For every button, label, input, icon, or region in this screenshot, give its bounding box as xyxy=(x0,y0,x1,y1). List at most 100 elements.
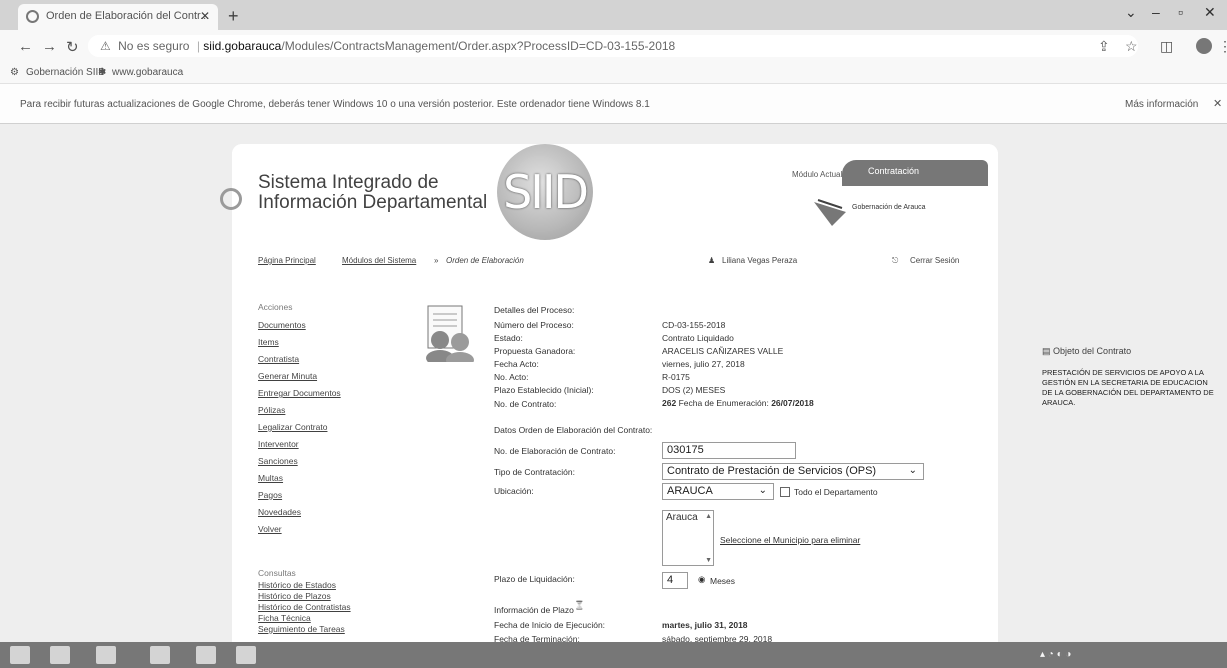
objeto-title-text: Objeto del Contrato xyxy=(1053,346,1132,356)
app-icon[interactable] xyxy=(196,646,216,664)
ubicacion-value: ARAUCA xyxy=(667,485,713,497)
detail-value: DOS (2) MESES xyxy=(662,385,726,395)
no-elaboracion-label: No. de Elaboración de Contrato: xyxy=(494,446,616,456)
todo-departamento-checkbox[interactable] xyxy=(780,487,790,497)
fecha-enumeracion-value: 26/07/2018 xyxy=(771,398,814,408)
breadcrumb-arrow-icon: » xyxy=(434,256,439,265)
word-icon[interactable] xyxy=(236,646,256,664)
not-secure-label: No es seguro xyxy=(118,39,190,53)
menu-volver[interactable]: Volver xyxy=(258,524,282,534)
menu-contratista[interactable]: Contratista xyxy=(258,354,299,364)
forward-icon[interactable]: → xyxy=(42,38,57,55)
user-icon: ♟ xyxy=(708,256,716,265)
menu-icon[interactable]: ⋮ xyxy=(1218,38,1227,55)
meses-radio-icon[interactable]: ◉ xyxy=(698,574,705,585)
profile-avatar[interactable] xyxy=(1196,38,1212,54)
menu-sanciones[interactable]: Sanciones xyxy=(258,456,298,466)
menu-generar-minuta[interactable]: Generar Minuta xyxy=(258,371,317,381)
bookmark-gobarauca[interactable]: www.gobarauca xyxy=(112,67,183,78)
site-title-line1: Sistema Integrado de xyxy=(258,172,439,193)
municipio-listbox[interactable]: Arauca ▲ ▼ xyxy=(662,510,714,566)
nav-pagina-principal[interactable]: Página Principal xyxy=(258,256,316,265)
fecha-inicio-label: Fecha de Inicio de Ejecución: xyxy=(494,620,606,630)
detail-value: viernes, julio 27, 2018 xyxy=(662,359,745,369)
update-infobar: Para recibir futuras actualizaciones de … xyxy=(0,84,1227,124)
chrome-icon[interactable] xyxy=(150,646,170,664)
modulo-label: Módulo Actual: xyxy=(792,170,845,179)
nav-modulos[interactable]: Módulos del Sistema xyxy=(342,256,416,265)
new-tab-icon[interactable]: + xyxy=(228,6,239,27)
scroll-up-icon[interactable]: ▲ xyxy=(705,513,712,520)
details-title: Detalles del Proceso: xyxy=(494,305,575,315)
menu-historico-plazos[interactable]: Histórico de Plazos xyxy=(258,591,331,601)
info-plazo-icon[interactable]: ⏳ xyxy=(574,600,585,611)
tipo-contratacion-value: Contrato de Prestación de Servicios (OPS… xyxy=(667,465,877,477)
gobernacion-emblem-icon xyxy=(814,199,846,226)
objeto-title: ▤ Objeto del Contrato xyxy=(1042,346,1131,357)
siid-logo-icon xyxy=(220,188,242,210)
menu-historico-estados[interactable]: Histórico de Estados xyxy=(258,580,336,590)
detail-value: ARACELIS CAÑIZARES VALLE xyxy=(662,346,784,356)
menu-legalizar-contrato[interactable]: Legalizar Contrato xyxy=(258,422,327,432)
bookmark-siid[interactable]: Gobernación SIID xyxy=(26,67,106,78)
infobar-close-icon[interactable]: ✕ xyxy=(1213,97,1222,110)
share-icon[interactable]: ⇪ xyxy=(1098,38,1110,55)
detail-label: Fecha Acto: xyxy=(494,359,539,369)
menu-interventor[interactable]: Interventor xyxy=(258,439,299,449)
fecha-inicio-value: martes, julio 31, 2018 xyxy=(662,620,748,630)
back-icon[interactable]: ← xyxy=(18,38,33,55)
windows-taskbar: ▴ ◔ ◐ ◑ xyxy=(0,642,1227,668)
menu-items[interactable]: Items xyxy=(258,337,279,347)
infobar-message: Para recibir futuras actualizaciones de … xyxy=(20,99,650,110)
municipio-option[interactable]: Arauca xyxy=(666,512,698,523)
detail-label: Número del Proceso: xyxy=(494,320,574,330)
url-path: /Modules/ContractsManagement/Order.aspx?… xyxy=(281,39,676,53)
site-favicon-icon xyxy=(26,10,39,23)
detail-label: No. de Contrato: xyxy=(494,399,557,409)
tipo-contratacion-select[interactable]: Contrato de Prestación de Servicios (OPS… xyxy=(662,463,924,480)
scroll-down-icon[interactable]: ▼ xyxy=(705,557,712,564)
menu-documentos[interactable]: Documentos xyxy=(258,320,306,330)
siid-page: Sistema Integrado de Información Departa… xyxy=(220,144,998,644)
window-close-icon[interactable]: ✕ xyxy=(1204,4,1216,21)
municipio-hint: Seleccione el Municipio para eliminar xyxy=(720,535,861,545)
detail-label: Propuesta Ganadora: xyxy=(494,346,576,356)
search-icon[interactable] xyxy=(50,646,70,664)
explorer-icon[interactable] xyxy=(96,646,116,664)
browser-tab[interactable]: Orden de Elaboración del Contr... ✕ xyxy=(18,4,218,30)
chevron-down-icon: ⌄ xyxy=(758,485,767,496)
detail-label: Estado: xyxy=(494,333,523,343)
infobar-more-link[interactable]: Más información xyxy=(1125,99,1198,110)
fecha-enumeracion-label: Fecha de Enumeración: xyxy=(678,398,769,408)
menu-seguimiento-tareas[interactable]: Seguimiento de Tareas xyxy=(258,624,345,634)
menu-pagos[interactable]: Pagos xyxy=(258,490,282,500)
plazo-liquidacion-input[interactable]: 4 xyxy=(662,572,688,589)
tab-search-icon[interactable]: ⌄ xyxy=(1125,4,1137,21)
menu-novedades[interactable]: Novedades xyxy=(258,507,301,517)
menu-entregar-documentos[interactable]: Entregar Documentos xyxy=(258,388,341,398)
detail-value: R-0175 xyxy=(662,372,690,382)
url-bar[interactable]: ⚠ No es seguro | siid.gobarauca/Modules/… xyxy=(88,35,1138,57)
maximize-icon[interactable]: ▫ xyxy=(1178,4,1183,20)
bookmark-star-icon[interactable]: ☆ xyxy=(1125,38,1138,55)
no-elaboracion-input[interactable]: 030175 xyxy=(662,442,796,459)
tab-close-icon[interactable]: ✕ xyxy=(200,9,210,23)
side-panel-icon[interactable]: ◫ xyxy=(1160,38,1173,55)
plazo-liquidacion-label: Plazo de Liquidación: xyxy=(494,574,575,584)
detail-label: No. Acto: xyxy=(494,372,529,382)
menu-ficha-tecnica[interactable]: Ficha Técnica xyxy=(258,613,311,623)
reload-icon[interactable]: ↻ xyxy=(66,38,79,56)
contract-number-line: 262 Fecha de Enumeración: 26/07/2018 xyxy=(662,398,814,408)
logout-link[interactable]: Cerrar Sesión xyxy=(910,256,959,265)
menu-multas[interactable]: Multas xyxy=(258,473,283,483)
menu-polizas[interactable]: Pólizas xyxy=(258,405,285,415)
ubicacion-select[interactable]: ARAUCA ⌄ xyxy=(662,483,774,500)
minimize-icon[interactable]: – xyxy=(1152,4,1160,20)
todo-departamento-label: Todo el Departamento xyxy=(794,487,878,497)
detail-value: CD-03-155-2018 xyxy=(662,320,726,330)
document-user-icon xyxy=(426,305,474,362)
start-icon[interactable] xyxy=(10,646,30,664)
detail-value: Contrato Liquidado xyxy=(662,333,734,343)
menu-historico-contratistas[interactable]: Histórico de Contratistas xyxy=(258,602,351,612)
objeto-text: PRESTACIÓN DE SERVICIOS DE APOYO A LA GE… xyxy=(1042,368,1214,407)
